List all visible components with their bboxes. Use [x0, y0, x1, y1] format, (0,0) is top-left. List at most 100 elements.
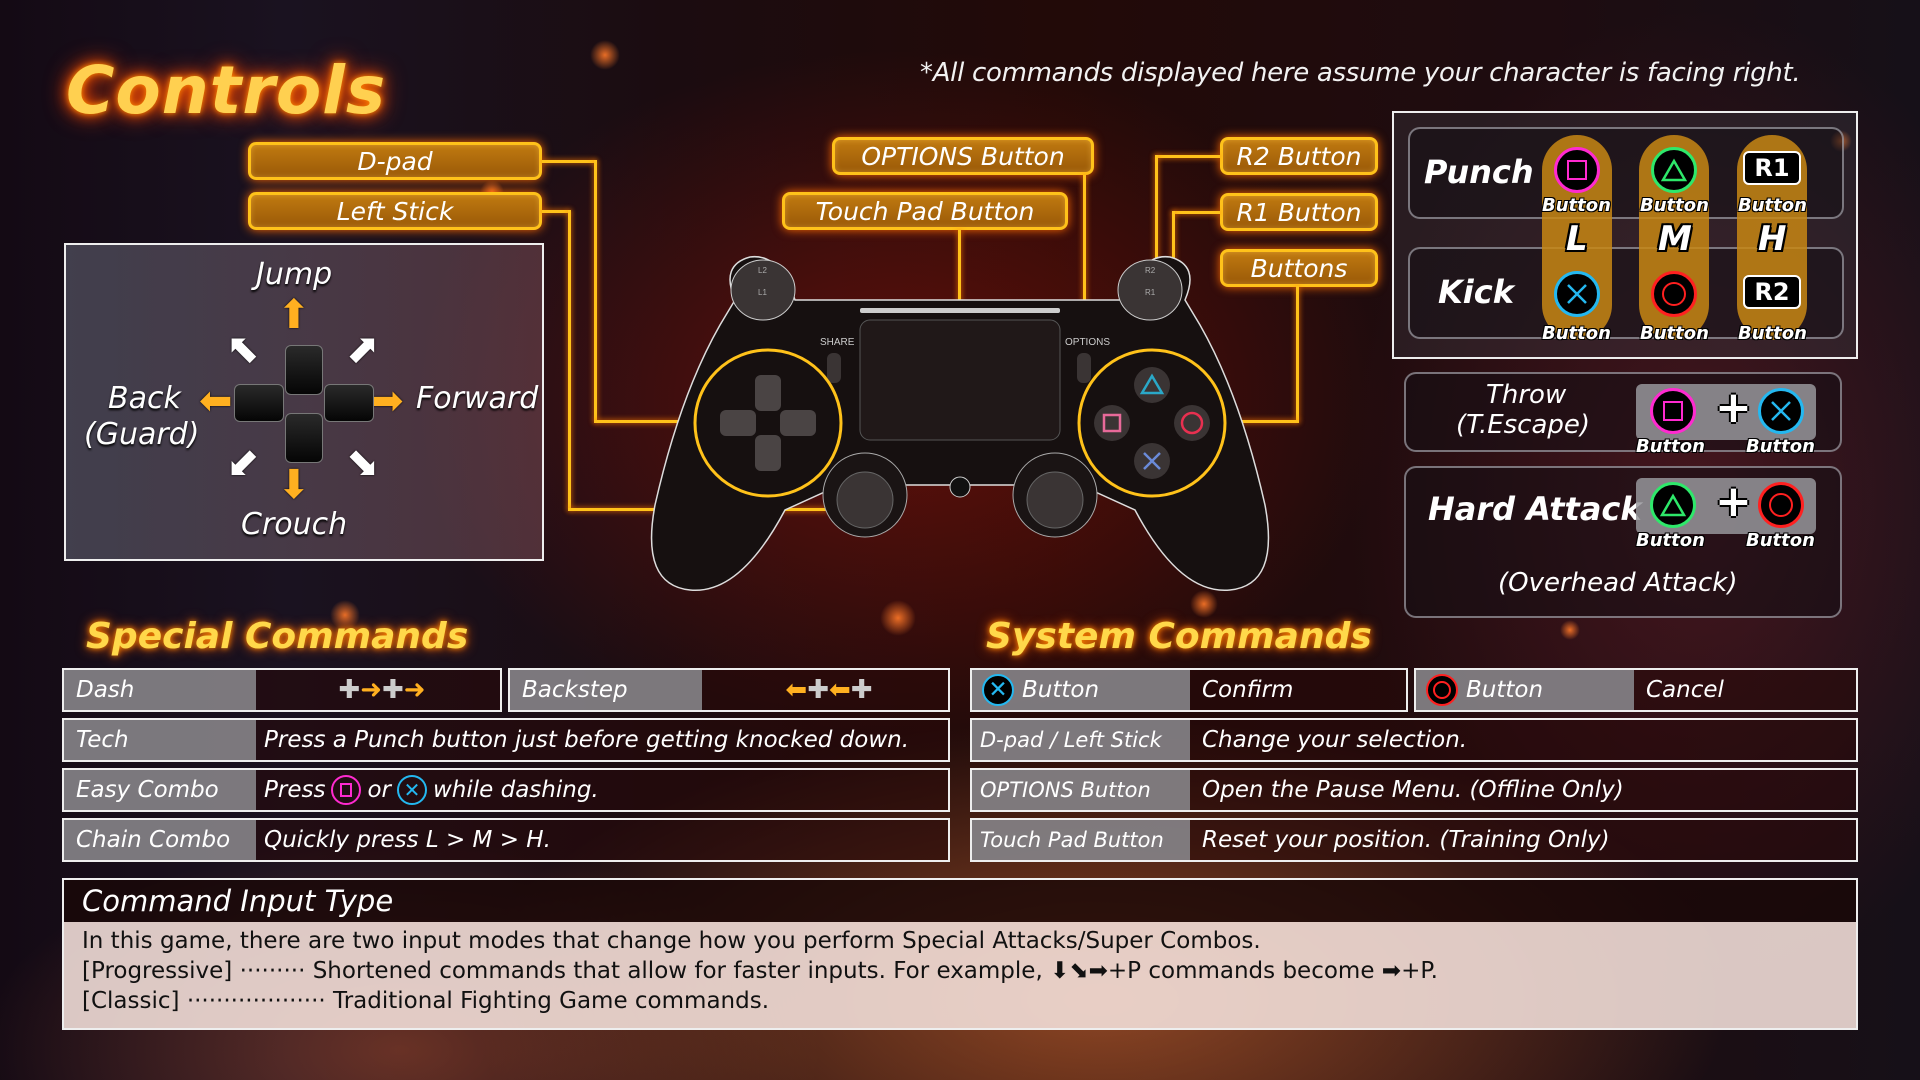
- easy-combo-label: Easy Combo: [64, 770, 256, 810]
- easy-combo-value: Press or ✕ while dashing.: [256, 770, 948, 810]
- cit-classic: [Classic] ··················· Traditiona…: [82, 986, 1838, 1016]
- arrow-back-icon: ⬅: [199, 378, 233, 424]
- triangle-icon: [1651, 147, 1697, 193]
- chain-combo-label: Chain Combo: [64, 820, 256, 860]
- dpad-right: [780, 410, 816, 436]
- system-value: Open the Pause Menu. (Offline Only): [1202, 777, 1624, 803]
- callout-dpad: D-pad: [248, 142, 542, 180]
- button-caption: Button: [1636, 436, 1705, 457]
- command-input-type-panel: Command Input Type In this game, there a…: [62, 878, 1858, 1030]
- button-caption: Button: [1640, 323, 1709, 344]
- cancel-key: Button: [1416, 670, 1634, 710]
- strength-heavy: H: [1758, 219, 1787, 259]
- leader-line: [542, 210, 570, 213]
- dash-command-icon: ✚ ➜ ✚ ➜: [338, 675, 426, 705]
- confirm-row: ✕ Button Confirm: [970, 668, 1408, 712]
- facing-note: *All commands displayed here assume your…: [920, 58, 1801, 88]
- l2-label: L2: [758, 266, 767, 275]
- r2-label: R2: [1145, 266, 1156, 275]
- button-caption: Button: [1636, 530, 1705, 551]
- easy-combo-row: Easy Combo Press or ✕ while dashing.: [62, 768, 950, 812]
- leader-line: [594, 160, 597, 422]
- cross-icon: [1554, 271, 1600, 317]
- progressive-text: +P.: [1401, 958, 1438, 984]
- arrow-down-back-icon: ⬋: [226, 440, 260, 486]
- direction-up-label: Jump: [256, 257, 333, 292]
- confirm-value: Confirm: [1202, 677, 1294, 703]
- arrow-up-forward-icon: ⬈: [346, 326, 380, 372]
- ps-button: [949, 476, 971, 498]
- square-icon: [1554, 147, 1600, 193]
- ember: [880, 600, 916, 636]
- callout-r2: R2 Button: [1220, 137, 1378, 175]
- touch-pad: [859, 319, 1061, 441]
- throw-sub: (T.Escape): [1456, 410, 1591, 440]
- classic-text: Traditional Fighting Game commands.: [333, 988, 770, 1014]
- easy-combo-mid: or: [367, 777, 391, 803]
- special-commands-title: Special Commands: [86, 616, 469, 657]
- dpad-right-icon: [324, 384, 374, 422]
- page-title: Controls: [66, 52, 387, 129]
- confirm-key: ✕ Button: [972, 670, 1190, 710]
- arrow-down-forward-icon: ⬊: [346, 440, 380, 486]
- hard-attack-panel: Hard Attack + Button Button (Overhead At…: [1404, 466, 1842, 618]
- hard-attack-label: Hard Attack: [1428, 490, 1642, 528]
- dpad-left: [720, 410, 756, 436]
- triangle-icon: [1650, 482, 1696, 528]
- forward-arrow-icon: ➡: [1381, 958, 1402, 984]
- r1-label: R1: [1145, 288, 1156, 297]
- direction-back-sub: (Guard): [84, 417, 200, 452]
- direction-panel: Jump Back (Guard) Forward Crouch ⬆ ⬇ ⬅ ➡…: [64, 243, 544, 561]
- progressive-text: +P commands become: [1107, 958, 1375, 984]
- easy-combo-pre: Press: [264, 777, 326, 803]
- strength-light: L: [1566, 219, 1588, 259]
- button-caption: Button: [1640, 195, 1709, 216]
- circle-button: [1174, 405, 1210, 441]
- button-caption: Button: [1738, 323, 1807, 344]
- plus-icon: +: [1715, 382, 1752, 433]
- share-label: SHARE: [820, 337, 855, 348]
- easy-combo-post: while dashing.: [432, 777, 599, 803]
- progressive-text: Shortened commands that allow for faster…: [312, 958, 1043, 984]
- light-bar: [860, 308, 1060, 313]
- r1-icon: R1: [1743, 151, 1801, 185]
- cross-icon: [1758, 388, 1804, 434]
- attack-grid: Punch Kick R1 R2 Button Button Button Bu…: [1392, 111, 1858, 359]
- cit-intro: In this game, there are two input modes …: [82, 928, 1261, 954]
- controller-illustration: L2 L1 R2 R1 SHARE OPTIONS: [650, 255, 1270, 591]
- triangle-button: [1134, 367, 1170, 403]
- progressive-label: [Progressive]: [82, 958, 233, 984]
- chain-combo-value: Quickly press L > M > H.: [264, 827, 551, 853]
- l1-label: L1: [758, 288, 767, 297]
- square-icon: [331, 775, 362, 805]
- system-key: OPTIONS Button: [972, 770, 1190, 810]
- cit-progressive: [Progressive] ········· Shortened comman…: [82, 956, 1838, 986]
- direction-forward-label: Forward: [416, 381, 539, 416]
- dpad-down: [755, 435, 781, 471]
- quarter-circle-icon: ⬇⬊➡: [1050, 958, 1108, 984]
- r2-icon: R2: [1743, 275, 1801, 309]
- system-key: D-pad / Left Stick: [972, 720, 1190, 760]
- ember: [590, 40, 620, 70]
- arrow-forward-icon: ➡: [370, 378, 404, 424]
- callout-left-stick: Left Stick: [248, 192, 542, 230]
- options-label: OPTIONS: [1065, 337, 1110, 348]
- circle-icon: [1758, 482, 1804, 528]
- kick-label: Kick: [1438, 273, 1515, 311]
- button-caption: Button: [1746, 530, 1815, 551]
- circle-icon: [1426, 674, 1458, 706]
- leader-line: [542, 160, 596, 163]
- dpad-up-icon: [285, 345, 323, 395]
- direction-back-label: Back: [108, 381, 181, 416]
- system-value: Reset your position. (Training Only): [1202, 827, 1610, 853]
- plus-icon: +: [1715, 476, 1752, 527]
- punch-label: Punch: [1424, 153, 1534, 191]
- leader-line: [1172, 211, 1220, 214]
- command-input-type-body: In this game, there are two input modes …: [64, 922, 1856, 1028]
- circle-icon: [1651, 271, 1697, 317]
- backstep-label: Backstep: [510, 670, 702, 710]
- button-caption: Button: [1542, 195, 1611, 216]
- callout-options: OPTIONS Button: [832, 137, 1094, 175]
- leader-dots: ···················: [186, 988, 326, 1014]
- cross-icon: ✕: [396, 775, 427, 805]
